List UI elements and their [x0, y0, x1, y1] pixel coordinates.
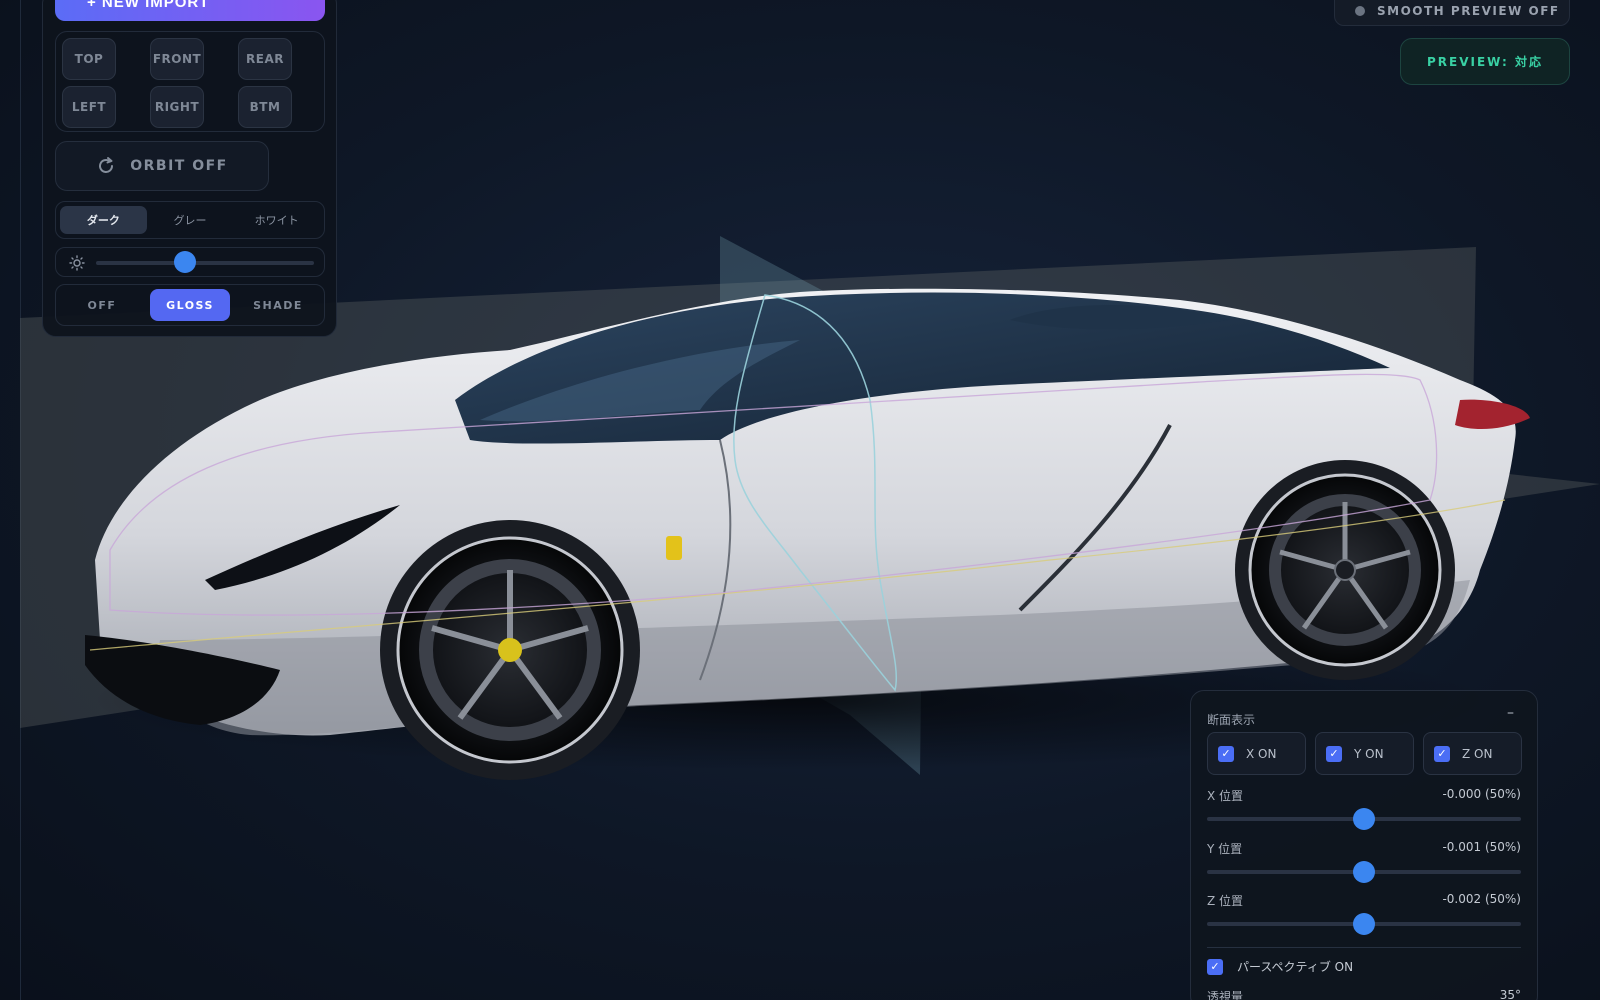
- sun-icon: [69, 255, 85, 271]
- background-white-option[interactable]: ホワイト: [233, 206, 320, 234]
- check-icon[interactable]: ✓: [1218, 745, 1234, 762]
- perspective-toggle[interactable]: ✓ パースペクティブ ON: [1207, 958, 1353, 975]
- shading-gloss-option[interactable]: GLOSS: [150, 289, 230, 321]
- rear-wheel-hub: [1334, 559, 1356, 581]
- view-right-button[interactable]: RIGHT: [150, 86, 204, 128]
- check-icon[interactable]: ✓: [1326, 745, 1342, 762]
- status-dot-icon: [1355, 6, 1365, 16]
- view-preset-grid: TOP FRONT REAR LEFT RIGHT BTM: [55, 31, 325, 132]
- opacity-label: 透視量: [1207, 990, 1244, 1000]
- panel-divider: [1207, 947, 1521, 948]
- background-dark-option[interactable]: ダーク: [60, 206, 147, 234]
- view-top-button[interactable]: TOP: [62, 38, 116, 80]
- background-selector: ダーク グレー ホワイト: [55, 201, 325, 239]
- background-gray-option[interactable]: グレー: [147, 206, 234, 234]
- section-view-panel: 断面表示 – ✓ X ON ✓ Y ON ✓ Z ON X 位置 -0.000 …: [1190, 690, 1538, 1000]
- view-rear-button[interactable]: REAR: [238, 38, 292, 80]
- brightness-slider-track[interactable]: [96, 261, 314, 265]
- y-position-value: -0.001 (50%): [1442, 840, 1521, 854]
- car-badge: [666, 536, 682, 560]
- y-position-slider-thumb[interactable]: [1353, 861, 1375, 883]
- view-toolbar: + NEW IMPORT TOP FRONT REAR LEFT RIGHT B…: [42, 0, 337, 337]
- z-position-slider-thumb[interactable]: [1353, 913, 1375, 935]
- front-wheel-hub: [498, 638, 522, 662]
- perspective-label: パースペクティブ ON: [1237, 960, 1354, 974]
- view-left-button[interactable]: LEFT: [62, 86, 116, 128]
- check-icon[interactable]: ✓: [1207, 958, 1223, 975]
- brightness-control: [55, 247, 325, 277]
- orbit-label: ORBIT OFF: [130, 158, 228, 174]
- refresh-icon: [99, 157, 114, 173]
- toggle-y-label: Y ON: [1354, 746, 1384, 761]
- shading-shade-option[interactable]: SHADE: [238, 289, 318, 321]
- shading-off-option[interactable]: OFF: [62, 289, 142, 321]
- preview-status-badge: PREVIEW: 対応: [1400, 38, 1570, 85]
- view-bottom-button[interactable]: BTM: [238, 86, 292, 128]
- toggle-z-label: Z ON: [1462, 746, 1493, 761]
- x-position-value: -0.000 (50%): [1442, 787, 1521, 801]
- smooth-preview-toggle[interactable]: SMOOTH PREVIEW OFF: [1334, 0, 1570, 26]
- z-position-value: -0.002 (50%): [1442, 892, 1521, 906]
- toggle-z-axis[interactable]: ✓ Z ON: [1423, 732, 1522, 775]
- x-position-slider-thumb[interactable]: [1353, 808, 1375, 830]
- toggle-x-label: X ON: [1246, 746, 1277, 761]
- brightness-slider-thumb[interactable]: [174, 251, 197, 273]
- section-panel-title: 断面表示: [1207, 713, 1256, 727]
- smooth-preview-label: SMOOTH PREVIEW OFF: [1377, 4, 1560, 18]
- new-import-button[interactable]: + NEW IMPORT: [55, 0, 325, 21]
- car-taillight: [1455, 399, 1530, 430]
- collapse-button[interactable]: –: [1507, 705, 1514, 721]
- z-position-label: Z 位置: [1207, 894, 1244, 908]
- x-position-label: X 位置: [1207, 789, 1244, 803]
- orbit-toggle-button[interactable]: ORBIT OFF: [55, 141, 269, 191]
- toggle-x-axis[interactable]: ✓ X ON: [1207, 732, 1306, 775]
- opacity-value: 35°: [1499, 988, 1521, 1000]
- shading-selector: OFF GLOSS SHADE: [55, 284, 325, 326]
- y-position-label: Y 位置: [1207, 842, 1243, 856]
- check-icon[interactable]: ✓: [1434, 745, 1450, 762]
- view-front-button[interactable]: FRONT: [150, 38, 204, 80]
- toggle-y-axis[interactable]: ✓ Y ON: [1315, 732, 1414, 775]
